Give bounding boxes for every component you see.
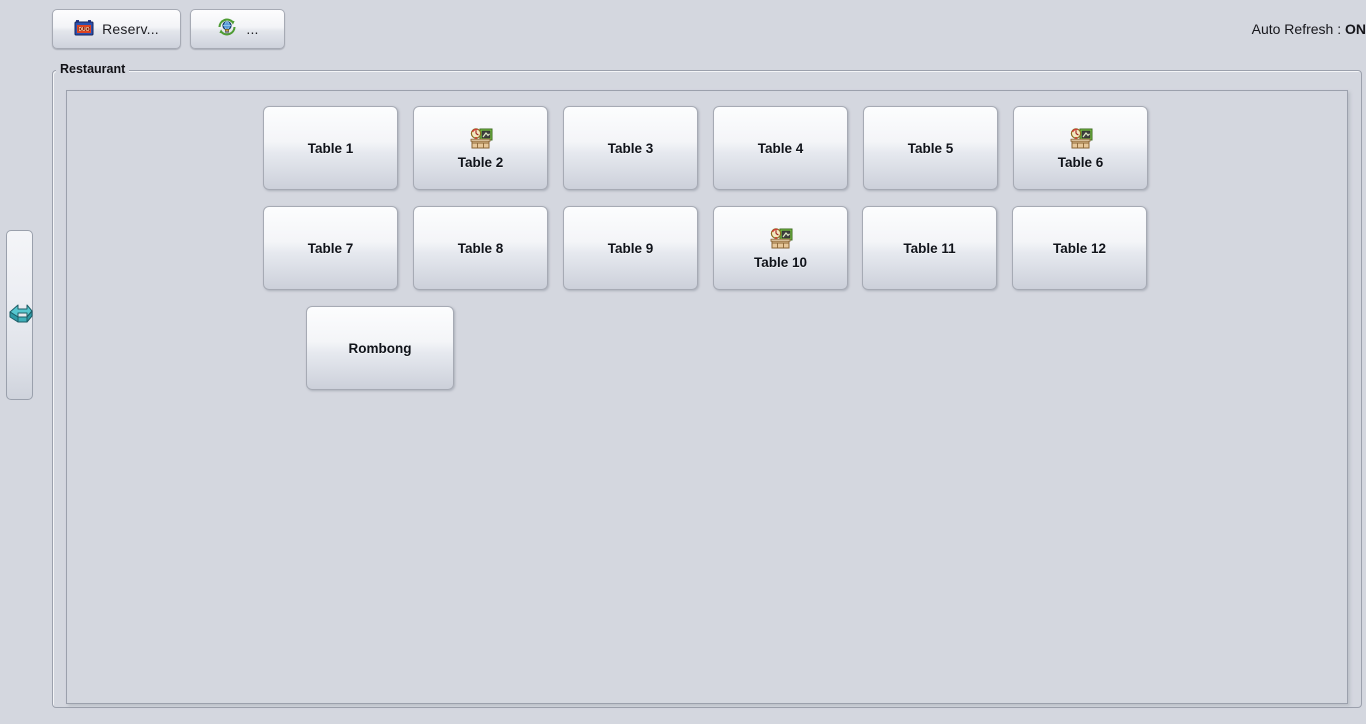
table-button[interactable]: Table 3 (563, 106, 698, 190)
table-button-label: Table 2 (457, 155, 504, 170)
table-button-label: Table 7 (307, 240, 354, 256)
table-button-label: Table 12 (1052, 240, 1107, 256)
table-button[interactable]: Table 1 (263, 106, 398, 190)
table-button[interactable]: Table 2 (413, 106, 548, 190)
table-button-label: Table 6 (1057, 155, 1104, 170)
auto-refresh-settings-button[interactable]: ... (190, 9, 285, 49)
double-arrow-right-icon (7, 300, 33, 330)
auto-refresh-status: Auto Refresh : ON (1252, 21, 1366, 37)
table-button[interactable]: Table 7 (263, 206, 398, 290)
table-button-label: Table 8 (457, 240, 504, 256)
table-button-label: Table 10 (753, 255, 808, 270)
globe-refresh-icon (216, 16, 238, 43)
table-busy-icon (768, 226, 794, 252)
table-button-label: Table 5 (907, 140, 954, 156)
auto-refresh-status-value: ON (1345, 21, 1366, 37)
table-button-label: Table 11 (903, 240, 956, 256)
table-busy-icon (1068, 126, 1094, 152)
auto-refresh-settings-button-label: ... (246, 21, 259, 37)
table-button[interactable]: Table 8 (413, 206, 548, 290)
restaurant-floor-area (66, 90, 1348, 704)
table-button-label: Rombong (348, 340, 412, 356)
table-button-label: Table 1 (307, 140, 354, 156)
table-button[interactable]: Table 12 (1012, 206, 1147, 290)
table-busy-icon (468, 126, 494, 152)
table-button[interactable]: Table 11 (862, 206, 997, 290)
toolbar: DUO Reserv... ... Auto Refresh : ON (0, 0, 1366, 58)
table-button-label: Table 3 (607, 140, 654, 156)
table-button-label: Table 4 (757, 140, 804, 156)
reservation-button-label: Reserv... (102, 21, 159, 37)
calendar-icon: DUO (74, 17, 94, 42)
page-title: Restaurant (56, 62, 130, 76)
table-button[interactable]: Table 6 (1013, 106, 1148, 190)
table-button[interactable]: Table 5 (863, 106, 998, 190)
svg-text:DUO: DUO (79, 27, 90, 33)
table-button[interactable]: Table 10 (713, 206, 848, 290)
table-button[interactable]: Rombong (306, 306, 454, 390)
reservation-button[interactable]: DUO Reserv... (52, 9, 181, 49)
auto-refresh-status-label: Auto Refresh : (1251, 21, 1345, 37)
table-button-label: Table 9 (607, 240, 654, 256)
table-button[interactable]: Table 9 (563, 206, 698, 290)
sidebar-splitter-handle[interactable] (6, 230, 33, 400)
table-button[interactable]: Table 4 (713, 106, 848, 190)
